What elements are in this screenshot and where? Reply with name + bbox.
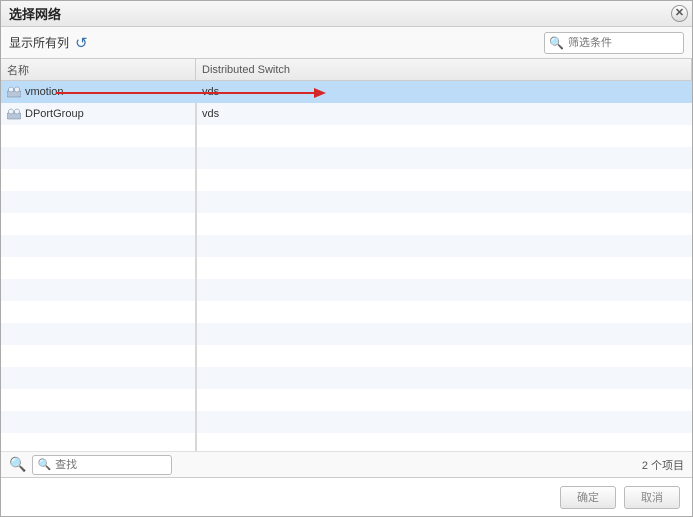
- table-body: vmotion vds: [1, 81, 692, 451]
- table-header: 名称 Distributed Switch: [1, 59, 692, 81]
- row-name: vmotion: [25, 86, 64, 98]
- dialog: 选择网络 ✕ 显示所有列 ↻ 🔍 ▼ 名称 Distributed Switch: [0, 0, 693, 517]
- search-icon: 🔍: [549, 36, 564, 50]
- close-icon: ✕: [675, 8, 684, 19]
- cancel-button[interactable]: 取消: [624, 486, 680, 509]
- portgroup-icon: [7, 108, 21, 120]
- table-row[interactable]: DPortGroup vds: [1, 103, 692, 125]
- search-input[interactable]: [55, 459, 197, 471]
- row-dswitch: vds: [202, 86, 219, 98]
- row-dswitch: vds: [202, 108, 219, 120]
- dialog-title: 选择网络: [9, 4, 61, 23]
- row-name: DPortGroup: [25, 108, 84, 120]
- column-name[interactable]: 名称: [1, 59, 196, 80]
- ok-button[interactable]: 确定: [560, 486, 616, 509]
- portgroup-icon: [7, 86, 21, 98]
- search-box[interactable]: 🔍: [32, 455, 172, 475]
- filter-input[interactable]: [568, 37, 693, 49]
- toolbar: 显示所有列 ↻ 🔍 ▼: [1, 27, 692, 59]
- item-count: 2 个项目: [642, 457, 684, 473]
- close-button[interactable]: ✕: [671, 5, 688, 22]
- refresh-icon[interactable]: ↻: [75, 34, 88, 52]
- show-all-columns-link[interactable]: 显示所有列: [9, 34, 69, 51]
- search-icon: 🔍: [37, 458, 51, 471]
- table: 名称 Distributed Switch vmotion vds: [1, 59, 692, 478]
- dialog-buttons: 确定 取消: [1, 478, 692, 516]
- binoculars-icon[interactable]: 🔍: [9, 456, 26, 473]
- filter-box[interactable]: 🔍 ▼: [544, 32, 684, 54]
- titlebar: 选择网络 ✕: [1, 1, 692, 27]
- column-dswitch[interactable]: Distributed Switch: [196, 59, 692, 80]
- table-row[interactable]: vmotion vds: [1, 81, 692, 103]
- table-footer: 🔍 🔍 2 个项目: [1, 451, 692, 477]
